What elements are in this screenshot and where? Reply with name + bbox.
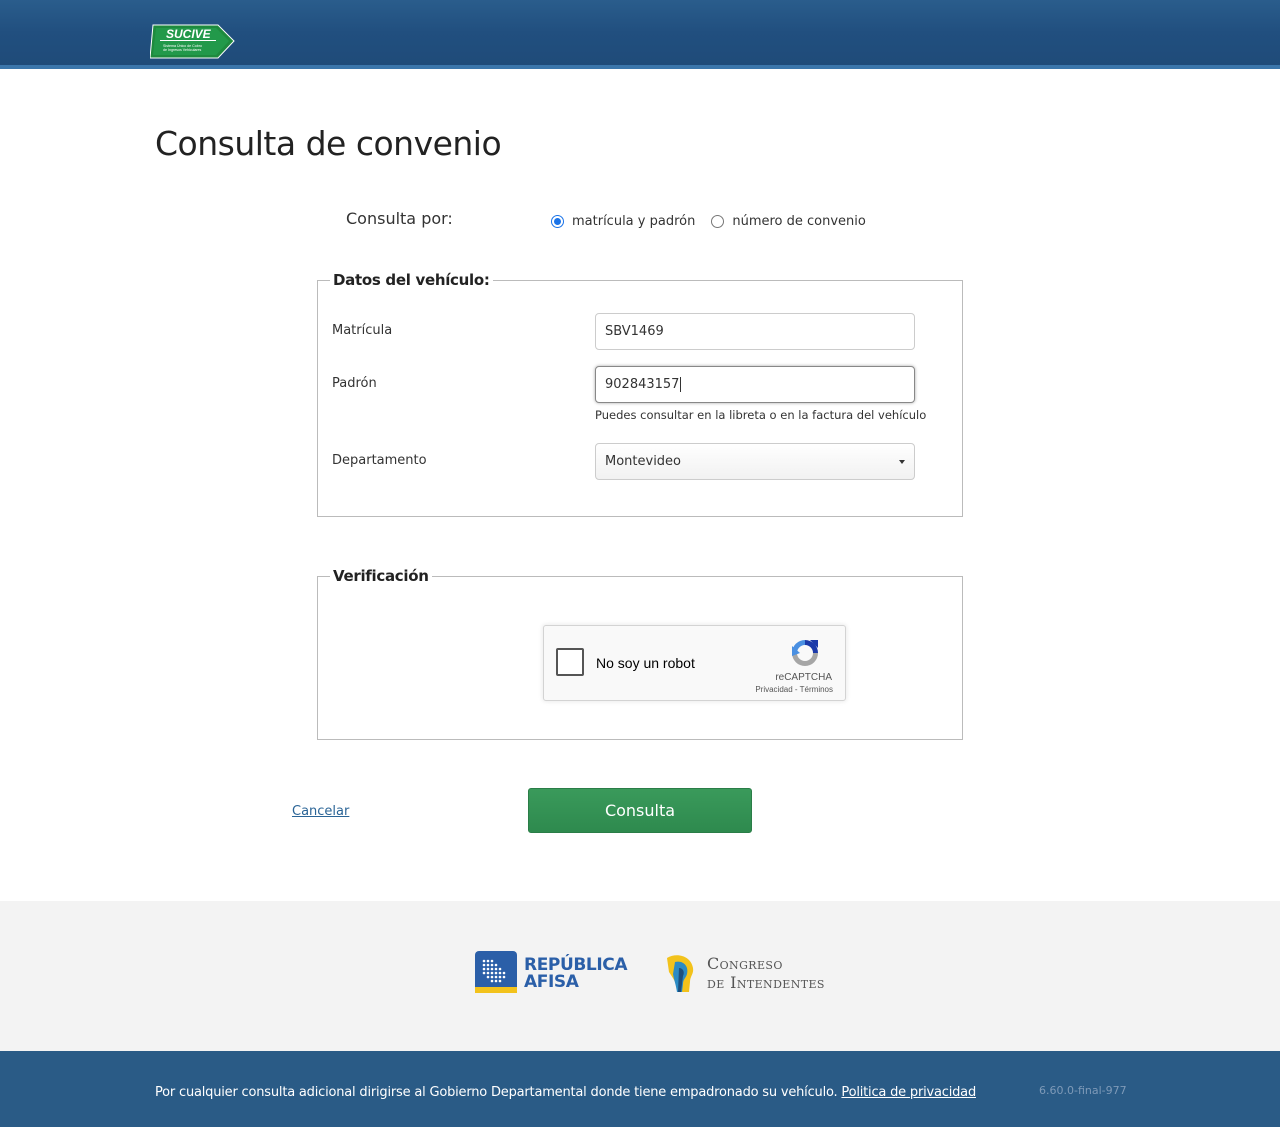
congreso-wordmark: Congreso de Intendentes xyxy=(707,954,825,992)
departamento-selected-value: Montevideo xyxy=(605,454,682,469)
congreso-intendentes-logo: Congreso de Intendentes xyxy=(663,951,848,995)
recaptcha-brand: reCAPTCHA xyxy=(775,672,832,683)
sponsors-band: REPÚBLICA AFISA Congreso de Intendentes xyxy=(0,901,1280,1051)
query-by-radio-group: matrícula y padrón número de convenio xyxy=(551,214,882,229)
query-by-label: Consulta por: xyxy=(346,209,453,228)
radio-matricula-padron[interactable] xyxy=(551,215,564,228)
padron-value: 902843157 xyxy=(605,377,680,392)
top-header-bar: SUCIVE Sistema Único de Cobro de Ingreso… xyxy=(0,0,1280,69)
radio-matricula-padron-label[interactable]: matrícula y padrón xyxy=(572,214,695,229)
vehicle-data-legend: Datos del vehículo: xyxy=(330,271,493,289)
padron-help-text: Puedes consultar en la libreta o en la f… xyxy=(595,408,927,422)
recaptcha-links: Privacidad - Términos xyxy=(755,685,833,694)
congreso-profile-icon xyxy=(667,955,694,992)
recaptcha-widget: No soy un robot reCAPTCHA Privacidad - T… xyxy=(543,625,846,701)
privacy-policy-link[interactable]: Politica de privacidad xyxy=(841,1085,976,1100)
chevron-down-icon xyxy=(899,460,905,464)
recaptcha-terms-link[interactable]: Términos xyxy=(800,685,833,694)
consulta-submit-button[interactable]: Consulta xyxy=(528,788,752,833)
text-caret xyxy=(680,377,682,392)
version-label: 6.60.0-final-977 xyxy=(1039,1084,1127,1097)
matricula-label: Matrícula xyxy=(332,323,393,338)
padron-label: Padrón xyxy=(332,376,377,391)
afisa-mark-icon xyxy=(475,951,517,993)
radio-numero-convenio[interactable] xyxy=(711,215,725,228)
recaptcha-checkbox[interactable] xyxy=(556,648,584,676)
matricula-input[interactable]: SBV1469 xyxy=(595,313,915,350)
footer: Por cualquier consulta adicional dirigir… xyxy=(0,1051,1280,1127)
sucive-logo[interactable]: SUCIVE Sistema Único de Cobro de Ingreso… xyxy=(150,23,236,60)
matricula-value: SBV1469 xyxy=(605,324,664,339)
cancel-link[interactable]: Cancelar xyxy=(292,804,349,819)
congreso-line1: Congreso xyxy=(707,954,783,973)
footer-message: Por cualquier consulta adicional dirigir… xyxy=(155,1085,838,1100)
page-title: Consulta de convenio xyxy=(155,124,502,163)
republica-afisa-logo: REPÚBLICA AFISA xyxy=(475,951,628,995)
radio-numero-convenio-label[interactable]: número de convenio xyxy=(732,214,866,229)
afisa-line2: AFISA xyxy=(524,972,579,992)
svg-text:de Ingresos Vehiculares: de Ingresos Vehiculares xyxy=(163,48,202,52)
recaptcha-label: No soy un robot xyxy=(596,655,695,671)
departamento-label: Departamento xyxy=(332,453,427,468)
departamento-select[interactable]: Montevideo xyxy=(595,443,915,480)
recaptcha-privacy-link[interactable]: Privacidad xyxy=(755,685,792,694)
padron-input[interactable]: 902843157 xyxy=(595,366,915,403)
logo-text: SUCIVE xyxy=(166,27,212,41)
afisa-wordmark: REPÚBLICA AFISA xyxy=(524,957,628,992)
recaptcha-icon xyxy=(792,640,818,666)
recaptcha-link-separator: - xyxy=(794,685,798,694)
congreso-line2: de Intendentes xyxy=(707,973,825,992)
footer-text: Por cualquier consulta adicional dirigir… xyxy=(155,1085,976,1100)
verification-legend: Verificación xyxy=(330,567,432,585)
